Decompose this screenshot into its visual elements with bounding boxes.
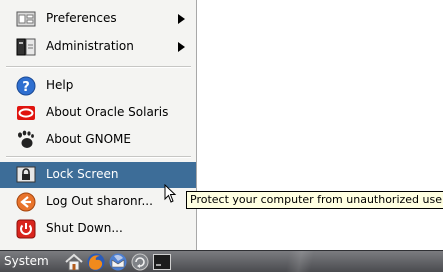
firefox-icon[interactable] bbox=[86, 252, 106, 272]
menu-item-label: Log Out sharonr... bbox=[46, 194, 153, 208]
administration-icon bbox=[16, 38, 36, 56]
menu-item-label: Preferences bbox=[46, 11, 117, 25]
lock-icon bbox=[16, 166, 36, 183]
log-out-icon bbox=[16, 192, 36, 212]
bottom-panel: System bbox=[0, 250, 443, 272]
menu-item-label: About GNOME bbox=[46, 132, 131, 146]
menu-item-label: Shut Down... bbox=[46, 221, 123, 235]
system-menu: Preferences Administration ? Help About … bbox=[0, 0, 197, 250]
menu-item-label: Help bbox=[46, 78, 74, 92]
power-icon bbox=[16, 219, 36, 239]
mouse-pointer-icon bbox=[164, 184, 177, 203]
panel-decoration bbox=[240, 251, 360, 272]
system-menu-button[interactable]: System bbox=[2, 251, 51, 272]
tooltip: Protect your computer from unauthorized … bbox=[186, 191, 443, 209]
submenu-arrow-icon bbox=[178, 14, 185, 24]
thunderbird-icon[interactable] bbox=[108, 252, 128, 272]
svg-text:?: ? bbox=[22, 80, 30, 95]
menu-item-administration[interactable]: Administration bbox=[0, 34, 196, 60]
menu-item-label: Administration bbox=[46, 39, 134, 53]
menu-item-about-gnome[interactable]: About GNOME bbox=[0, 127, 196, 153]
menu-separator bbox=[6, 156, 191, 158]
menu-item-shut-down[interactable]: Shut Down... bbox=[0, 216, 196, 242]
gnome-foot-icon bbox=[18, 130, 34, 148]
update-icon[interactable] bbox=[130, 252, 150, 272]
submenu-arrow-icon bbox=[178, 42, 185, 52]
menu-separator bbox=[6, 66, 191, 68]
menu-item-help[interactable]: ? Help bbox=[0, 73, 196, 99]
help-icon: ? bbox=[16, 76, 36, 96]
preferences-icon bbox=[16, 11, 36, 27]
terminal-icon[interactable] bbox=[152, 252, 172, 272]
menu-item-about-oracle-solaris[interactable]: About Oracle Solaris bbox=[0, 100, 196, 126]
home-icon[interactable] bbox=[64, 252, 84, 272]
menu-item-label: Lock Screen bbox=[46, 167, 119, 181]
oracle-logo-icon bbox=[17, 106, 35, 120]
menu-item-preferences[interactable]: Preferences bbox=[0, 6, 196, 32]
menu-item-label: About Oracle Solaris bbox=[46, 105, 169, 119]
